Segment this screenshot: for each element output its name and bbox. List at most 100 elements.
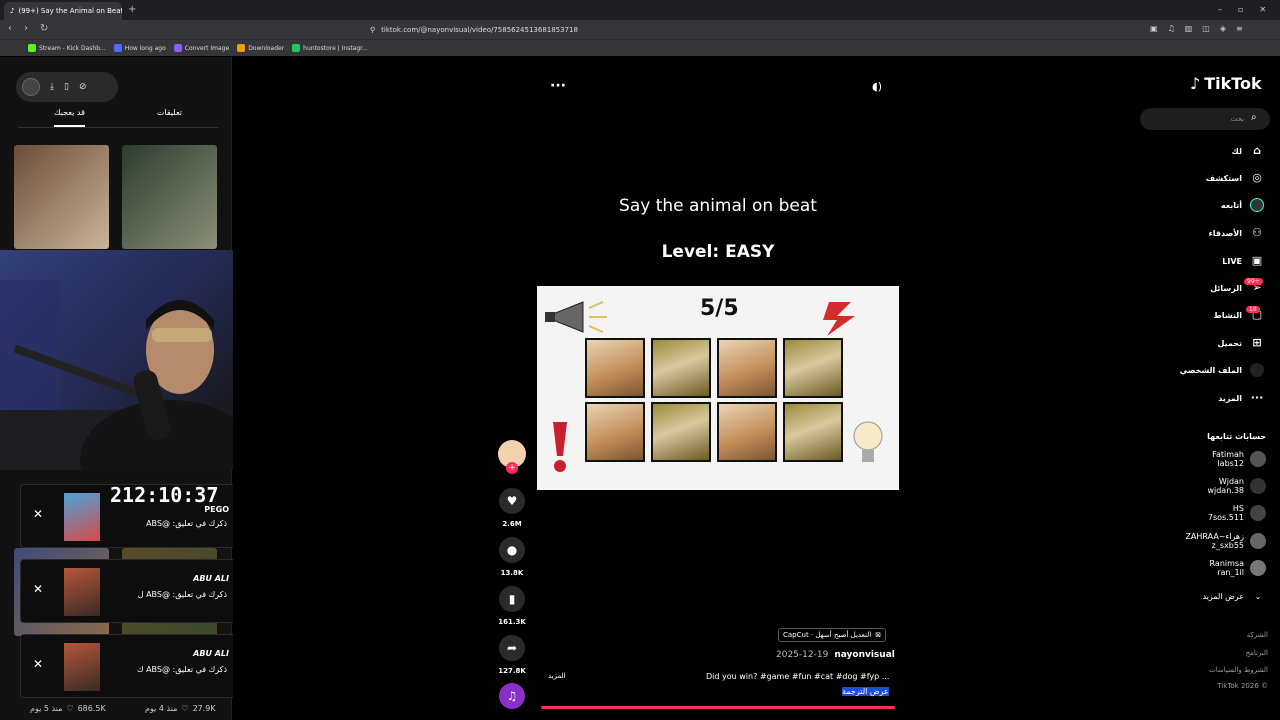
compass-icon[interactable]: ⊘ (79, 82, 87, 92)
wallet-icon[interactable]: ◫ (1202, 24, 1210, 33)
sidebar-item-live[interactable]: LIVE ▣ (1222, 254, 1264, 268)
sidebar-item-upload[interactable]: تحميل ⊞ (1217, 336, 1264, 350)
close-icon[interactable]: ✕ (33, 582, 43, 596)
browser-tab-bar (0, 0, 1280, 20)
menu-icon[interactable]: ≡ (1236, 24, 1243, 33)
footer-link[interactable]: الشركة (1247, 631, 1268, 639)
following-icon (1250, 198, 1264, 212)
grid-cell-cat (717, 338, 777, 398)
save-button[interactable]: ▮ 161.3K (498, 586, 526, 626)
bookmark-item[interactable]: Downloader (237, 44, 284, 52)
close-icon[interactable]: ✕ (33, 507, 43, 521)
score-text: 5/5 (700, 296, 739, 321)
bookmark-item[interactable]: How long ago (113, 44, 166, 52)
volume-icon[interactable]: ◖) (872, 80, 882, 93)
following-account[interactable]: ZAHRAA~زهراء z_sxb55 (1185, 532, 1266, 550)
capcut-tag[interactable]: CapCut · التعديل أصبح أسهل ⊠ (778, 628, 887, 642)
tiktok-logo[interactable]: ♪ TikTok (1190, 74, 1262, 93)
bookmark-item[interactable]: Convert Image (173, 44, 229, 52)
search-icon[interactable]: ⌕ (1251, 112, 1257, 123)
new-tab-button[interactable]: + (128, 4, 136, 15)
site-info-icon[interactable]: ⚲ (370, 26, 375, 34)
profile-icon (1250, 363, 1264, 377)
video-frame[interactable]: 5/5 (537, 286, 899, 490)
following-account[interactable]: Fatimah labs12 (1212, 450, 1266, 468)
video-progress-bar[interactable] (541, 706, 895, 709)
music-disc[interactable]: ♫ (498, 683, 526, 709)
notification-text: ذكرك في تعليق: @ABS (146, 519, 227, 528)
sidebar-item-following[interactable]: أتابعه (1221, 198, 1264, 212)
tab-for-you[interactable]: قد يعجبك (53, 108, 85, 127)
exclamation-icon (553, 422, 567, 472)
share-icon[interactable]: ➦ (499, 635, 525, 661)
bookmark-icon[interactable]: ▮ (499, 586, 525, 612)
author-row[interactable]: 2025-12-19 nayonvisual (776, 650, 895, 660)
sidebar-icon[interactable]: ▥ (1185, 24, 1193, 33)
following-account[interactable]: Ranimsa ran_1il (1210, 559, 1266, 577)
comment-count: 13.8K (500, 569, 524, 577)
bookmarks-bar: Stream - Kick Dashb... How long ago Conv… (0, 39, 1280, 56)
restore-icon[interactable]: ▫ (1238, 5, 1243, 14)
creator-avatar[interactable]: + (498, 440, 526, 474)
tiktok-note-icon: ♪ (1190, 74, 1201, 93)
sidebar-item-more[interactable]: المزيد ··· (1218, 391, 1264, 405)
tab-comments[interactable]: تعليقات (157, 108, 182, 127)
sidebar-item-home[interactable]: لك ⌂ (1232, 144, 1264, 158)
stream-timer: 212:10:37 (110, 483, 219, 507)
translate-link[interactable]: عرض الترجمة (842, 687, 889, 696)
left-tabs: قد يعجبك تعليقات (18, 108, 218, 128)
video-description: Did you win? #game #fun #cat #dog #fyp .… (706, 672, 890, 681)
like-button[interactable]: ♥ 2.6M (498, 488, 526, 528)
show-more-button[interactable]: عرض المزيد ⌄ (1202, 592, 1266, 601)
download-icon[interactable]: ⤓ (50, 82, 54, 92)
comment-icon[interactable]: ● (499, 537, 525, 563)
home-icon: ⌂ (1253, 144, 1261, 157)
music-icon[interactable]: ♫ (499, 683, 525, 709)
video-thumbnail[interactable] (122, 145, 217, 249)
share-button[interactable]: ➦ 127.8K (498, 635, 526, 675)
phone-icon[interactable]: ▯ (64, 82, 69, 92)
minimize-icon[interactable]: – (1218, 5, 1222, 14)
share-count: 127.8K (498, 667, 526, 675)
reload-icon[interactable]: ↻ (40, 23, 48, 34)
tiktok-favicon-icon: ♪ (10, 7, 15, 15)
lightning-icon (823, 302, 855, 336)
avatar (1250, 560, 1266, 576)
music-icon[interactable]: ♫ (1168, 24, 1175, 33)
sidebar-item-profile[interactable]: الملف الشخصي (1180, 363, 1264, 377)
heart-icon[interactable]: ♥ (499, 488, 525, 514)
footer-link[interactable]: الشروط والسياسات (1209, 666, 1268, 674)
sidebar-item-explore[interactable]: استكشف ◎ (1206, 171, 1264, 185)
bookmark-item[interactable]: huntostore | Instagr... (292, 44, 368, 52)
comment-button[interactable]: ● 13.8K (498, 537, 526, 577)
bookmark-item[interactable]: Stream - Kick Dashb... (28, 44, 106, 52)
sidebar-item-friends[interactable]: الأصدقاء ⚇ (1209, 226, 1264, 240)
activity-badge: 18 (1246, 306, 1260, 313)
following-account[interactable]: Wjdan wjdan.38 (1207, 477, 1266, 495)
browser-tab[interactable]: ♪ (99+) Say the Animal on Beat ✕ (4, 2, 122, 20)
video-tools-pill: ⤓ ▯ ⊘ (16, 72, 118, 102)
forward-icon[interactable]: › (24, 23, 28, 34)
author-name[interactable]: nayonvisual (834, 650, 895, 660)
close-icon[interactable]: ✕ (33, 657, 43, 671)
close-window-icon[interactable]: ✕ (1259, 5, 1266, 14)
avatar (1250, 505, 1266, 521)
window-controls[interactable]: – ▫ ✕ (1218, 5, 1266, 14)
video-thumbnail[interactable] (14, 145, 109, 249)
footer-link[interactable]: البرنامج (1246, 649, 1268, 657)
more-icon: ··· (1250, 391, 1264, 404)
description-more-link[interactable]: المزيد (548, 672, 566, 680)
video-caption-level: Level: EASY (661, 242, 775, 262)
extension-icon[interactable]: ▣ (1150, 24, 1158, 33)
avatar[interactable] (22, 78, 40, 96)
more-options-icon[interactable]: ··· (550, 78, 566, 94)
follow-plus-icon[interactable]: + (506, 462, 518, 474)
grid-cell-cat (585, 338, 645, 398)
url-field[interactable]: ⚲ tiktok.com/@nayonvisual/video/75856245… (370, 23, 910, 37)
shield-icon[interactable]: ◈ (1220, 24, 1226, 33)
notification-thumbnail (64, 568, 100, 616)
following-account[interactable]: HS 7sos.511 (1208, 504, 1266, 522)
back-icon[interactable]: ‹ (8, 23, 12, 34)
upload-icon: ⊞ (1252, 336, 1262, 349)
notification-name: ABU ALI (193, 574, 229, 583)
